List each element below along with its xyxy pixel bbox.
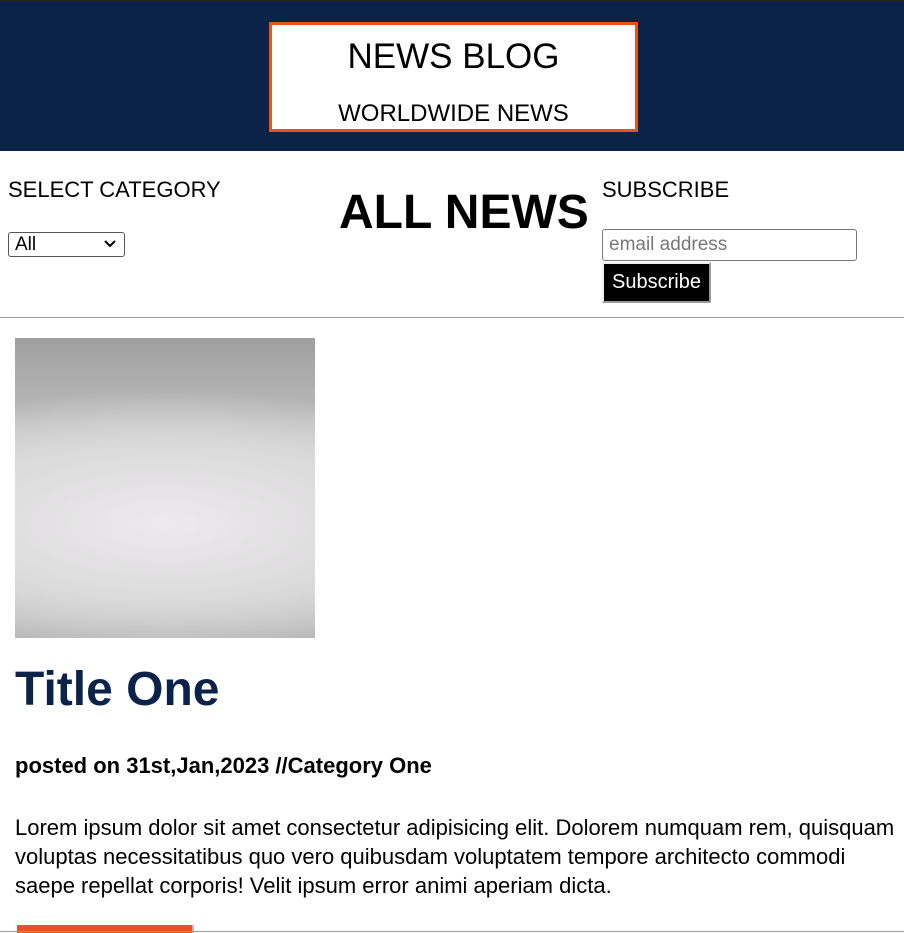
category-select[interactable]: All [8, 232, 125, 257]
category-label: SELECT CATEGORY [8, 177, 221, 202]
brand-subtitle: WORLDWIDE NEWS [338, 100, 569, 127]
subscribe-label: SUBSCRIBE [602, 177, 730, 202]
email-input[interactable] [602, 229, 857, 261]
article-image [15, 338, 315, 638]
category-select-value: All [15, 234, 37, 255]
page: NEWS BLOG WORLDWIDE NEWS SELECT CATEGORY… [0, 0, 904, 933]
divider [0, 931, 904, 932]
chevron-down-icon [104, 240, 116, 248]
article-title[interactable]: Title One [15, 662, 220, 718]
brand-logo-box[interactable]: NEWS BLOG WORLDWIDE NEWS [269, 22, 638, 132]
controls-bar: SELECT CATEGORY All ALL NEWS SUBSCRIBE S… [0, 151, 904, 318]
article-body: Lorem ipsum dolor sit amet consectetur a… [15, 815, 895, 898]
brand-title: NEWS BLOG [347, 37, 560, 76]
site-header: NEWS BLOG WORLDWIDE NEWS [0, 0, 904, 151]
article-meta: posted on 31st,Jan,2023 //Category One [15, 753, 432, 778]
subscribe-button[interactable]: Subscribe [602, 262, 711, 303]
page-heading: ALL NEWS [339, 186, 589, 239]
